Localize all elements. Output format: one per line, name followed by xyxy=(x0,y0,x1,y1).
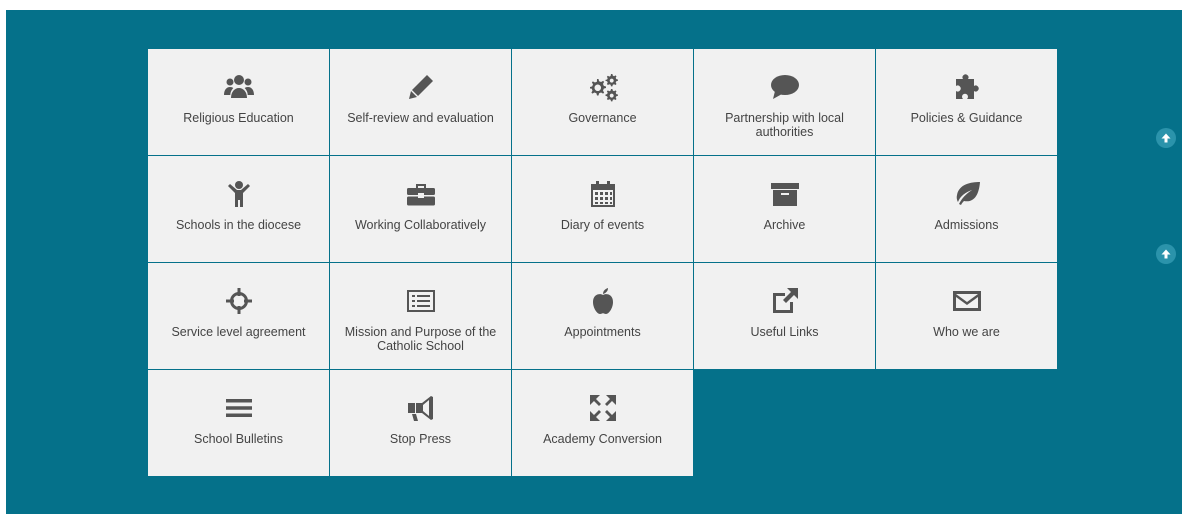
users-icon xyxy=(219,71,259,103)
tile-religious-education[interactable]: Religious Education xyxy=(148,49,329,155)
tile-label: Service level agreement xyxy=(171,325,306,339)
tile-school-bulletins[interactable]: School Bulletins xyxy=(148,370,329,476)
gears-icon xyxy=(583,71,623,103)
tile-grid: Religious Education Self-review and eval… xyxy=(148,49,1057,476)
calendar-icon xyxy=(583,178,623,210)
bars-icon xyxy=(219,392,259,424)
tile-admissions[interactable]: Admissions xyxy=(876,156,1057,262)
tile-stop-press[interactable]: Stop Press xyxy=(330,370,511,476)
tile-partnership[interactable]: Partnership with local authorities xyxy=(694,49,875,155)
scroll-to-top-button[interactable] xyxy=(1156,244,1176,264)
tile-label: Working Collaboratively xyxy=(354,218,487,232)
crosshairs-icon xyxy=(219,285,259,317)
tile-policies[interactable]: Policies & Guidance xyxy=(876,49,1057,155)
tile-label: Schools in the diocese xyxy=(175,218,302,232)
tile-mission-and-purpose[interactable]: Mission and Purpose of the Catholic Scho… xyxy=(330,263,511,369)
tile-who-we-are[interactable]: Who we are xyxy=(876,263,1057,369)
tile-label: Diary of events xyxy=(560,218,645,232)
leaf-icon xyxy=(947,178,987,210)
expand-icon xyxy=(583,392,623,424)
list-alt-icon xyxy=(401,285,441,317)
tile-archive[interactable]: Archive xyxy=(694,156,875,262)
bullhorn-icon xyxy=(401,392,441,424)
speech-bubble-icon xyxy=(765,71,805,103)
arrow-up-icon xyxy=(1161,249,1171,259)
tile-label: Useful Links xyxy=(750,325,819,339)
tile-useful-links[interactable]: Useful Links xyxy=(694,263,875,369)
tile-working-collaboratively[interactable]: Working Collaboratively xyxy=(330,156,511,262)
arrow-up-icon xyxy=(1161,133,1171,143)
scroll-to-top-button[interactable] xyxy=(1156,128,1176,148)
tile-label: Self-review and evaluation xyxy=(347,111,494,125)
tile-label: School Bulletins xyxy=(194,432,283,446)
tile-label: Partnership with local authorities xyxy=(725,111,844,139)
tile-self-review[interactable]: Self-review and evaluation xyxy=(330,49,511,155)
child-icon xyxy=(219,178,259,210)
tile-academy-conversion[interactable]: Academy Conversion xyxy=(512,370,693,476)
archive-icon xyxy=(765,178,805,210)
puzzle-icon xyxy=(947,71,987,103)
tile-governance[interactable]: Governance xyxy=(512,49,693,155)
tile-label: Admissions xyxy=(934,218,999,232)
apple-icon xyxy=(583,285,623,317)
external-link-icon xyxy=(765,285,805,317)
tile-label: Appointments xyxy=(564,325,641,339)
briefcase-icon xyxy=(401,178,441,210)
tile-label: Who we are xyxy=(933,325,1000,339)
tile-label: Mission and Purpose of the Catholic Scho… xyxy=(344,325,497,353)
pencil-icon xyxy=(401,71,441,103)
tile-label: Religious Education xyxy=(183,111,294,125)
tile-label: Academy Conversion xyxy=(543,432,662,446)
envelope-icon xyxy=(947,285,987,317)
tile-label: Stop Press xyxy=(389,432,452,446)
tile-label: Governance xyxy=(568,111,637,125)
tile-service-level-agreement[interactable]: Service level agreement xyxy=(148,263,329,369)
tile-appointments[interactable]: Appointments xyxy=(512,263,693,369)
tile-label: Policies & Guidance xyxy=(910,111,1023,125)
tile-label: Archive xyxy=(763,218,806,232)
tile-diary-of-events[interactable]: Diary of events xyxy=(512,156,693,262)
tile-schools-in-diocese[interactable]: Schools in the diocese xyxy=(148,156,329,262)
